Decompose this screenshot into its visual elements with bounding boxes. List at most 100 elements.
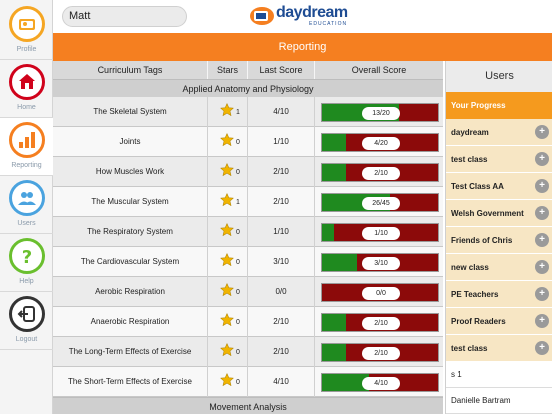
page-title: Reporting [53, 33, 552, 61]
logout-icon [9, 296, 45, 332]
expand-plus-icon[interactable]: + [535, 152, 549, 166]
star-count: 0 [236, 289, 240, 296]
overall-score-cell: 2/10 [315, 157, 443, 187]
user-group-item[interactable]: test class + [446, 335, 552, 362]
star-icon [220, 223, 234, 237]
overall-score-value: 3/10 [362, 257, 400, 270]
expand-plus-icon[interactable]: + [535, 125, 549, 139]
star-icon [220, 313, 234, 327]
report-table: Curriculum Tags Stars Last Score Overall… [53, 61, 443, 414]
last-score: 1/10 [248, 127, 315, 157]
curriculum-tag: The Respiratory System [53, 217, 208, 247]
overall-progress-bar: 26/45 [321, 193, 439, 212]
nav-reporting[interactable]: Reporting [0, 118, 53, 176]
curriculum-tag: The Muscular System [53, 187, 208, 217]
overall-progress-bar: 2/10 [321, 163, 439, 182]
nav-home[interactable]: Home [0, 60, 53, 118]
expand-plus-icon[interactable]: + [535, 260, 549, 274]
overall-score-value: 26/45 [362, 197, 400, 210]
table-row[interactable]: The Long-Term Effects of Exercise 0 2/10 2/… [53, 337, 443, 367]
star-icon [220, 373, 234, 387]
nav-logout[interactable]: Logout [0, 292, 53, 350]
nav-label: Logout [15, 336, 38, 343]
nav-profile[interactable]: Profile [0, 2, 53, 60]
user-group-item[interactable]: Test Class AA + [446, 173, 552, 200]
last-score: 2/10 [248, 157, 315, 187]
stars-cell: 0 [208, 337, 248, 367]
section-header: Movement Analysis [53, 397, 443, 414]
user-group-label: Welsh Government [451, 209, 524, 218]
svg-text:?: ? [22, 247, 32, 266]
star-count: 0 [236, 139, 240, 146]
header-stars[interactable]: Stars [208, 61, 248, 79]
user-group-item[interactable]: Welsh Government + [446, 200, 552, 227]
user-group-item[interactable]: Friends of Chris + [446, 227, 552, 254]
table-row[interactable]: How Muscles Work 0 2/10 2/10 [53, 157, 443, 187]
nav-users[interactable]: Users [0, 176, 53, 234]
last-score: 4/10 [248, 97, 315, 127]
stars-cell: 0 [208, 127, 248, 157]
overall-score-cell: 2/10 [315, 307, 443, 337]
overall-progress-bar: 0/0 [321, 283, 439, 302]
stars-cell: 0 [208, 217, 248, 247]
user-group-label: Proof Readers [451, 317, 506, 326]
last-score: 2/10 [248, 307, 315, 337]
user-group-item[interactable]: new class + [446, 254, 552, 281]
table-row[interactable]: The Cardiovascular System 0 3/10 3/10 [53, 247, 443, 277]
overall-score-value: 13/20 [362, 107, 400, 120]
user-group-label: new class [451, 263, 489, 272]
users-panel: Users Your Progress daydream + test class +… [445, 61, 552, 414]
header-last-score[interactable]: Last Score [248, 61, 315, 79]
table-row[interactable]: The Respiratory System 0 1/10 1/10 [53, 217, 443, 247]
star-icon [220, 103, 234, 117]
search-input[interactable]: Matt [62, 6, 187, 27]
star-count: 0 [236, 259, 240, 266]
table-header: Curriculum Tags Stars Last Score Overall… [53, 61, 443, 79]
table-row[interactable]: The Short-Term Effects of Exercise 0 4/10 4… [53, 367, 443, 397]
expand-plus-icon[interactable]: + [535, 341, 549, 355]
curriculum-tag: The Short-Term Effects of Exercise [53, 367, 208, 397]
stars-cell: 1 [208, 187, 248, 217]
home-icon [9, 64, 45, 100]
user-group-label: daydream [451, 128, 489, 137]
expand-plus-icon[interactable]: + [535, 233, 549, 247]
user-group-item[interactable]: PE Teachers + [446, 281, 552, 308]
progress-fill [322, 254, 357, 271]
users-icon [9, 180, 45, 216]
expand-plus-icon[interactable]: + [535, 179, 549, 193]
stars-cell: 0 [208, 307, 248, 337]
user-group-item[interactable]: test class + [446, 146, 552, 173]
expand-plus-icon[interactable]: + [535, 314, 549, 328]
daydream-logo: daydream EDUCATION [249, 4, 361, 30]
last-score: 2/10 [248, 187, 315, 217]
table-row[interactable]: Anaerobic Respiration 0 2/10 2/10 [53, 307, 443, 337]
user-list-item[interactable]: Danielle Bartram [446, 388, 552, 414]
header-overall-score[interactable]: Overall Score [315, 61, 443, 79]
expand-plus-icon[interactable]: + [535, 287, 549, 301]
progress-fill [322, 134, 346, 151]
user-list-item[interactable]: s 1 [446, 362, 552, 388]
nav-help[interactable]: ? Help [0, 234, 53, 292]
side-nav: Profile Home Reporting Users ? Help Logo… [0, 0, 53, 414]
your-progress-item[interactable]: Your Progress [446, 92, 552, 119]
header-curriculum-tags[interactable]: Curriculum Tags [53, 61, 208, 79]
overall-progress-bar: 3/10 [321, 253, 439, 272]
overall-score-cell: 3/10 [315, 247, 443, 277]
user-group-label: Test Class AA [451, 182, 504, 191]
star-count: 0 [236, 349, 240, 356]
table-row[interactable]: Joints 0 1/10 4/20 [53, 127, 443, 157]
star-count: 0 [236, 319, 240, 326]
progress-fill [322, 314, 346, 331]
overall-score-value: 2/10 [362, 317, 400, 330]
expand-plus-icon[interactable]: + [535, 206, 549, 220]
overall-score-value: 4/20 [362, 137, 400, 150]
table-row[interactable]: Aerobic Respiration 0 0/0 0/0 [53, 277, 443, 307]
nav-label: Reporting [11, 162, 42, 169]
user-group-item[interactable]: daydream + [446, 119, 552, 146]
user-group-item[interactable]: Proof Readers + [446, 308, 552, 335]
table-row[interactable]: The Muscular System 1 2/10 26/45 [53, 187, 443, 217]
table-row[interactable]: The Skeletal System 1 4/10 13/20 [53, 97, 443, 127]
overall-score-value: 2/10 [362, 167, 400, 180]
user-group-label: PE Teachers [451, 290, 499, 299]
curriculum-tag: How Muscles Work [53, 157, 208, 187]
